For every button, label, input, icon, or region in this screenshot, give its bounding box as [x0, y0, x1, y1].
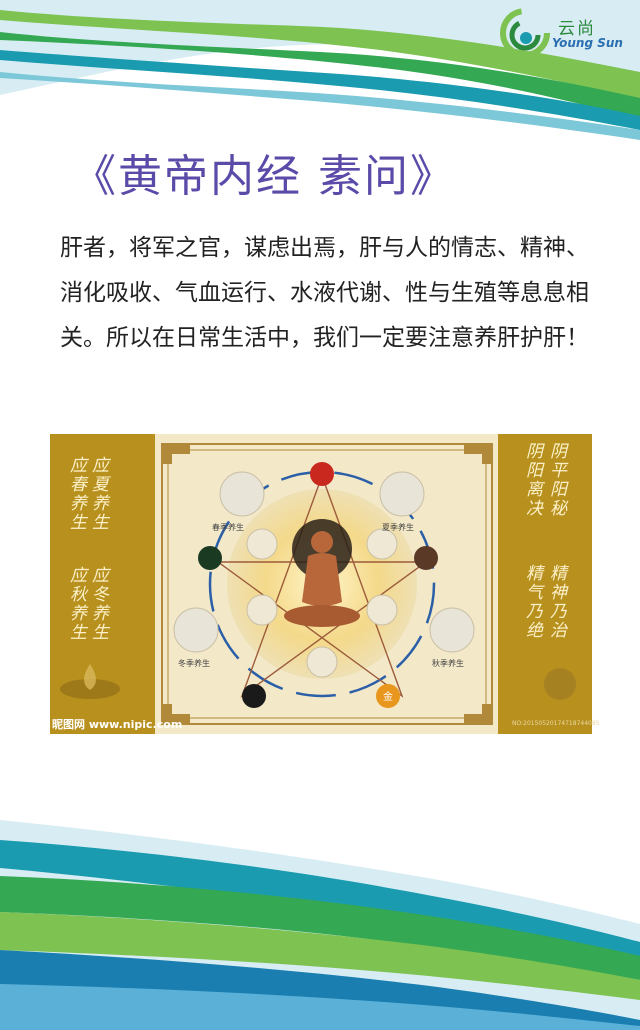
image-watermark: 昵图网 www.nipic.com [52, 718, 183, 731]
season-label-summer: 夏季养生 [382, 523, 414, 532]
image-id-watermark: NO:20150520174718744085 [512, 720, 600, 727]
calligraphy-right-1: 阴平阳秘 [546, 442, 566, 518]
logo-swirl-icon [500, 8, 550, 58]
brand-logo: 云尚 Young Sun [500, 8, 630, 60]
calligraphy-right-4: 精气乃绝 [522, 564, 542, 640]
element-metal-char: 金 [383, 690, 393, 703]
intro-paragraph: 肝者，将军之官，谋虑出焉，肝与人的情志、精神、消化吸收、气血运行、水液代谢、性与… [60, 235, 589, 351]
season-label-spring: 春季养生 [212, 523, 244, 532]
calligraphy-left-2: 应夏养生 [88, 456, 108, 532]
season-label-autumn: 秋季养生 [432, 659, 464, 668]
season-label-winter: 冬季养生 [178, 659, 210, 668]
bottom-wave-decoration [0, 820, 640, 1030]
five-elements-illustration: 金 应春养生 应夏养生 应秋养生 应冬养生 阴平阳秘 阴阳离决 精神乃治 精气乃… [50, 434, 592, 734]
calligraphy-left-4: 应冬养生 [88, 566, 108, 642]
illustration-canvas: 金 [50, 434, 592, 734]
logo-english-text: Young Sun [552, 36, 623, 50]
calligraphy-right-2: 阴阳离决 [522, 442, 542, 518]
page-title: 《黄帝内经 素问》 [72, 151, 456, 202]
calligraphy-right-3: 精神乃治 [546, 564, 566, 640]
